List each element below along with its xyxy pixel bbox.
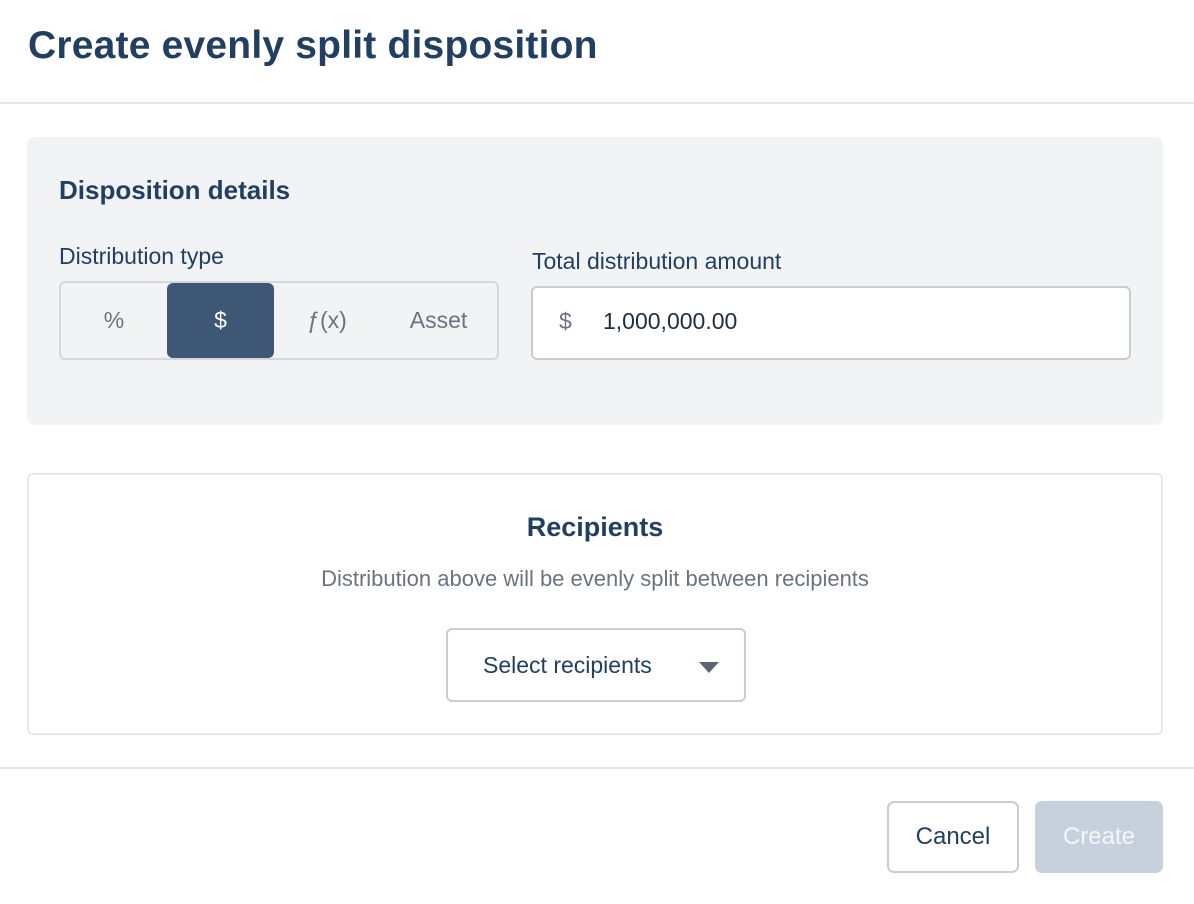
dialog-header: Create evenly split disposition xyxy=(0,0,1194,104)
recipients-description: Distribution above will be evenly split … xyxy=(321,566,869,591)
distribution-type-percent[interactable]: % xyxy=(61,283,167,358)
total-distribution-amount-input[interactable]: $ 1,000,000.00 xyxy=(531,286,1131,360)
dialog-title: Create evenly split disposition xyxy=(28,24,598,67)
total-distribution-amount-label: Total distribution amount xyxy=(532,248,782,274)
create-button[interactable]: Create xyxy=(1035,801,1163,873)
distribution-type-formula[interactable]: ƒ(x) xyxy=(274,283,380,358)
create-disposition-dialog: Create evenly split disposition Disposit… xyxy=(0,0,1194,904)
distribution-type-selector: % $ ƒ(x) Asset xyxy=(59,281,499,360)
disposition-details-heading: Disposition details xyxy=(59,175,291,205)
select-recipients-label: Select recipients xyxy=(483,652,652,678)
recipients-panel: Recipients Distribution above will be ev… xyxy=(27,473,1163,735)
disposition-details-panel: Disposition details Distribution type % … xyxy=(27,137,1163,425)
select-recipients-dropdown[interactable]: Select recipients xyxy=(446,628,746,702)
chevron-down-icon xyxy=(699,662,719,673)
distribution-type-asset[interactable]: Asset xyxy=(380,283,497,358)
recipients-heading: Recipients xyxy=(526,512,664,542)
cancel-button[interactable]: Cancel xyxy=(887,801,1019,873)
footer-divider xyxy=(0,767,1194,769)
currency-prefix: $ xyxy=(559,308,572,334)
distribution-type-dollar[interactable]: $ xyxy=(167,283,274,358)
total-distribution-amount-value[interactable]: 1,000,000.00 xyxy=(603,308,737,335)
distribution-type-label: Distribution type xyxy=(59,243,224,269)
